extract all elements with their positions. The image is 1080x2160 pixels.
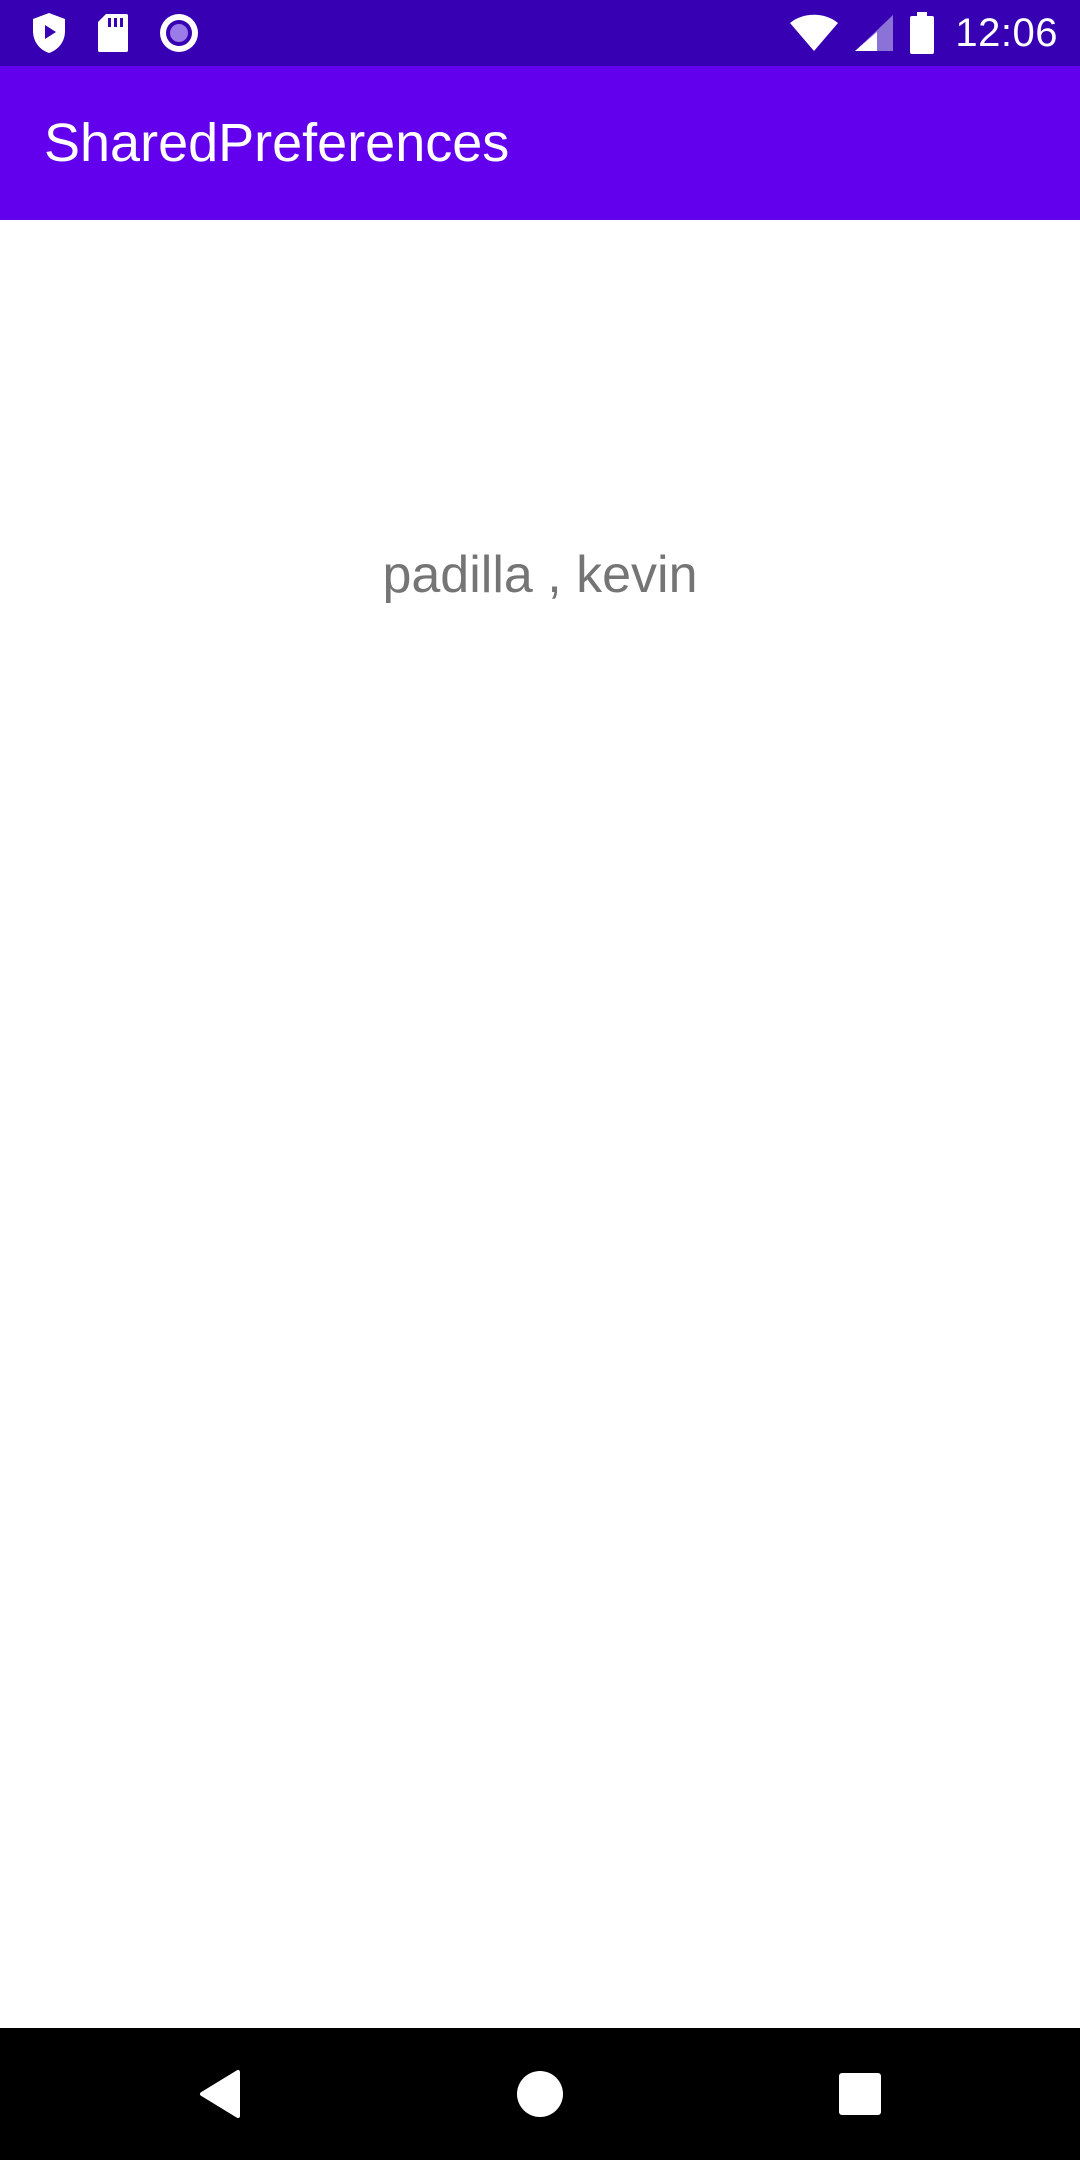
wifi-icon bbox=[789, 13, 839, 53]
status-time: 12:06 bbox=[955, 10, 1058, 55]
status-left-icons bbox=[30, 10, 200, 56]
navigation-bar bbox=[0, 2028, 1080, 2160]
home-icon bbox=[516, 2070, 564, 2118]
screen: 12:06 SharedPreferences padilla , kevin bbox=[0, 0, 1080, 2160]
back-button[interactable] bbox=[140, 2028, 300, 2160]
cell-signal-icon bbox=[853, 13, 895, 53]
recents-icon bbox=[838, 2072, 882, 2116]
recents-button[interactable] bbox=[780, 2028, 940, 2160]
sd-card-icon bbox=[96, 12, 130, 54]
main-content: padilla , kevin bbox=[0, 220, 1080, 2028]
home-button[interactable] bbox=[460, 2028, 620, 2160]
shield-play-icon bbox=[30, 11, 68, 55]
status-bar: 12:06 bbox=[0, 0, 1080, 66]
back-icon bbox=[198, 2069, 242, 2119]
battery-icon bbox=[909, 11, 935, 55]
record-icon bbox=[158, 12, 200, 54]
app-bar: SharedPreferences bbox=[0, 66, 1080, 220]
app-title: SharedPreferences bbox=[44, 113, 510, 173]
status-right-icons: 12:06 bbox=[789, 8, 1058, 58]
saved-preference-text: padilla , kevin bbox=[382, 546, 698, 604]
